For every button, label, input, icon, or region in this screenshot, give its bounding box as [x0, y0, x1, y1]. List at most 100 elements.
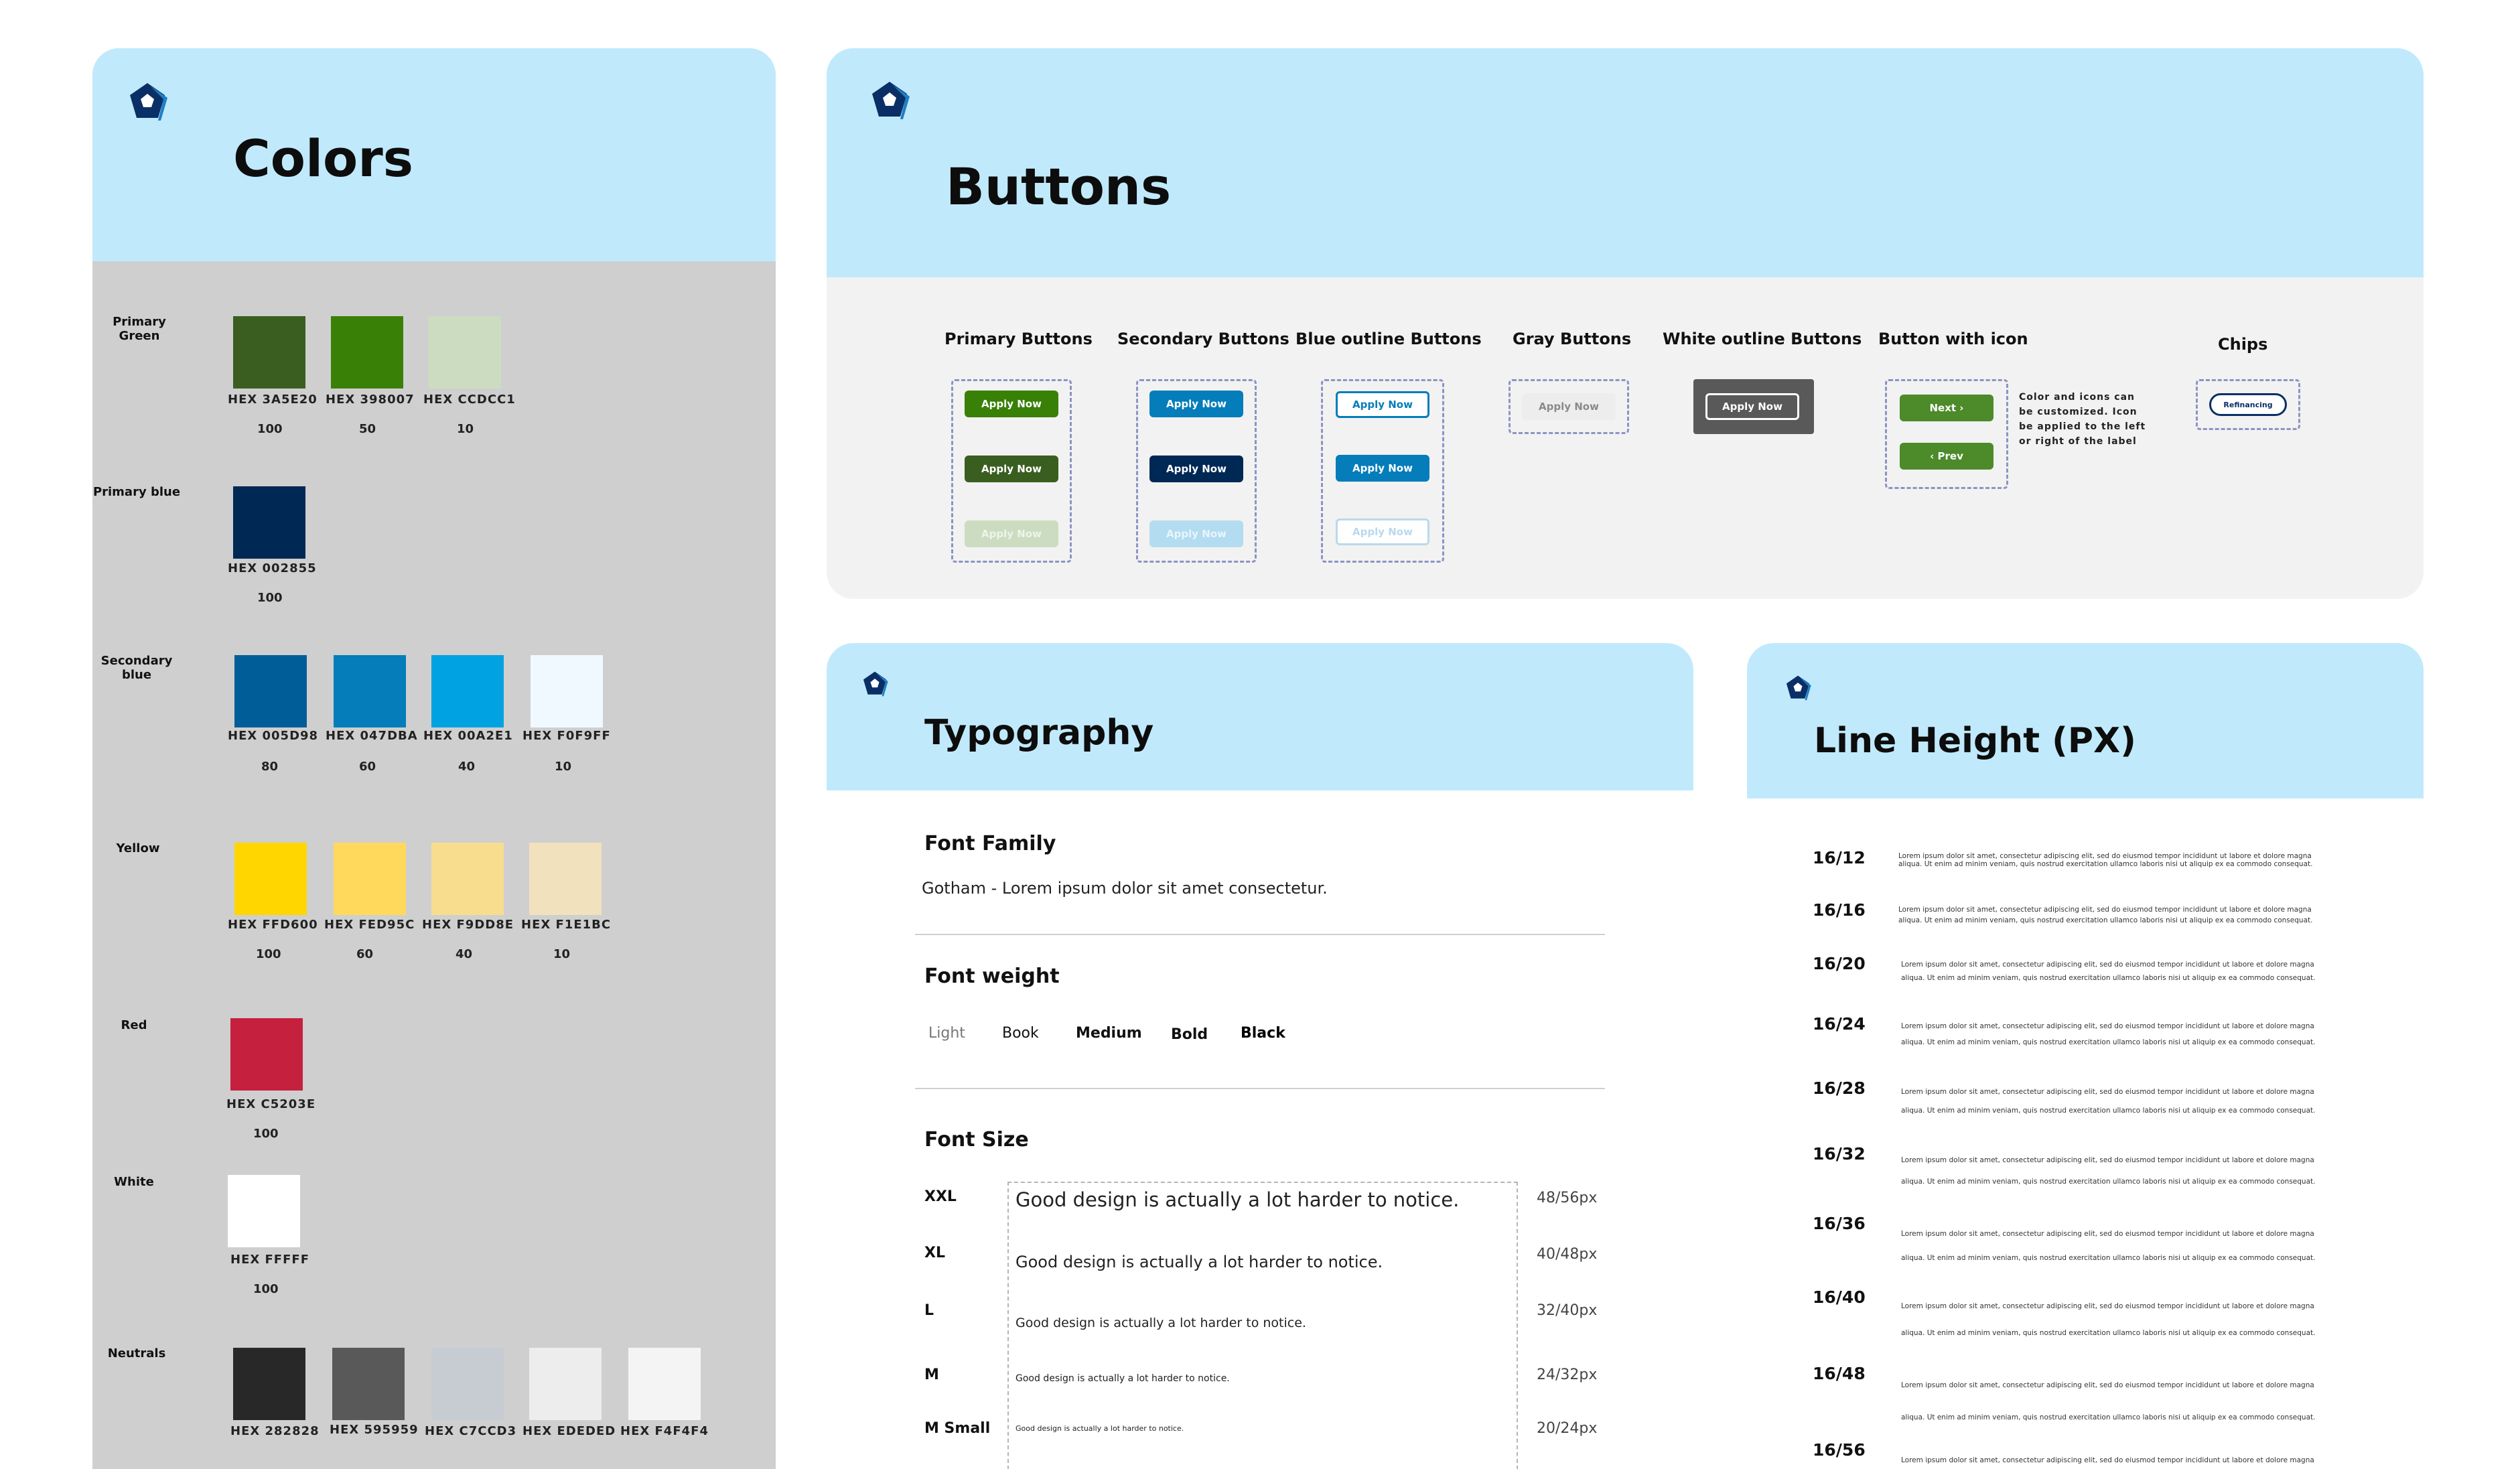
brand-logo-icon [130, 83, 167, 121]
size-value-l: 32/40px [1537, 1302, 1598, 1319]
size-value-m-small: 20/24px [1537, 1420, 1598, 1437]
lh-sample: Lorem ipsum dolor sit amet, consectetur … [1901, 1456, 2314, 1464]
size-sample-l: Good design is actually a lot harder to … [1016, 1316, 1306, 1330]
white-outline-apply-button[interactable]: Apply Now [1705, 393, 1799, 420]
secondary-apply-button-disabled[interactable]: Apply Now [1149, 520, 1243, 547]
hex-label: HEX F0F9FF [522, 729, 611, 743]
pct-label: 100 [257, 591, 283, 605]
weight-medium: Medium [1076, 1025, 1142, 1042]
lh-label: 16/40 [1813, 1287, 1866, 1307]
hex-label: HEX 047DBA [326, 729, 418, 743]
hex-label: HEX 00A2E1 [423, 729, 513, 743]
blue-outline-apply-button[interactable]: Apply Now [1336, 391, 1429, 418]
weight-black: Black [1241, 1025, 1285, 1042]
col-heading-secondary: Secondary Buttons [1117, 330, 1289, 348]
group-label-white: White [114, 1175, 154, 1189]
hex-label: HEX FFFFF [230, 1253, 309, 1267]
hex-label: HEX 005D98 [228, 729, 319, 743]
line-height-title: Line Height (PX) [1814, 721, 2136, 761]
colors-card-header: Colors [92, 48, 776, 261]
col-heading-gray: Gray Buttons [1513, 330, 1632, 348]
swatch-595959 [332, 1348, 405, 1420]
swatch-00a2e1 [431, 655, 504, 727]
lh-sample: Lorem ipsum dolor sit amet, consectetur … [1901, 1230, 2316, 1262]
colors-card: Colors Primary Green HEX 3A5E20 100 HEX … [92, 48, 776, 1469]
buttons-card-header: Buttons [827, 48, 2424, 277]
primary-apply-button[interactable]: Apply Now [965, 391, 1058, 417]
lh-label: 16/12 [1813, 848, 1866, 867]
swatch-f4f4f4 [628, 1348, 701, 1420]
weight-book: Book [1002, 1025, 1039, 1042]
swatch-f0f9ff [531, 655, 603, 727]
lh-sample: Lorem ipsum dolor sit amet, consectetur … [1901, 1022, 2316, 1046]
line-height-card: Line Height (PX) 16/12 Lorem ipsum dolor… [1747, 643, 2424, 1469]
pct-label: 60 [359, 760, 376, 774]
size-label-l: L [924, 1302, 934, 1319]
typography-card-header: Typography [827, 643, 1693, 790]
hex-label: HEX 398007 [326, 393, 415, 407]
pct-label: 100 [256, 947, 281, 961]
lh-label: 16/24 [1813, 1014, 1866, 1034]
lh-sample: Lorem ipsum dolor sit amet, consectetur … [1898, 852, 2313, 868]
lh-sample: Lorem ipsum dolor sit amet, consectetur … [1898, 906, 2313, 924]
group-label-secondary-blue: Secondary blue [100, 654, 173, 682]
icon-buttons-frame: Next › ‹ Prev [1885, 379, 2008, 489]
swatch-f9dd8e [431, 843, 504, 915]
lh-label: 16/36 [1813, 1214, 1866, 1233]
refinancing-chip[interactable]: Refinancing [2209, 393, 2287, 416]
weight-light: Light [928, 1025, 965, 1042]
group-label-neutrals: Neutrals [107, 1346, 166, 1360]
pct-label: 50 [359, 422, 376, 436]
brand-logo-icon [1786, 675, 1811, 701]
typography-card: Typography Font Family Gotham - Lorem ip… [827, 643, 1693, 1469]
gray-buttons-frame: Apply Now [1509, 379, 1629, 434]
swatch-ffd600 [234, 843, 307, 915]
divider [915, 934, 1605, 935]
typography-title: Typography [924, 713, 1154, 753]
hex-label: HEX F1E1BC [521, 918, 612, 932]
group-label-primary-green: Primary Green [113, 315, 166, 343]
swatch-fed95c [334, 843, 406, 915]
swatch-c7ccd3 [431, 1348, 504, 1420]
group-label-primary-blue: Primary blue [92, 485, 181, 499]
swatch-ededed [529, 1348, 602, 1420]
lh-label: 16/28 [1813, 1078, 1866, 1098]
primary-apply-button-disabled[interactable]: Apply Now [965, 520, 1058, 547]
gray-apply-button[interactable]: Apply Now [1522, 393, 1616, 420]
pct-label: 60 [356, 947, 374, 961]
primary-apply-button-hover[interactable]: Apply Now [965, 456, 1058, 482]
blue-outline-apply-button-hover[interactable]: Apply Now [1336, 455, 1429, 482]
next-button[interactable]: Next › [1900, 395, 1993, 421]
size-sample-m: Good design is actually a lot harder to … [1016, 1373, 1230, 1384]
size-sample-m-small: Good design is actually a lot harder to … [1016, 1424, 1184, 1433]
pct-label: 10 [555, 760, 572, 774]
size-value-m: 24/32px [1537, 1367, 1598, 1383]
pct-label: 100 [257, 422, 283, 436]
hex-label: HEX 282828 [230, 1424, 320, 1438]
blue-outline-apply-button-disabled[interactable]: Apply Now [1336, 518, 1429, 545]
pct-label: 40 [456, 947, 473, 961]
lh-label: 16/16 [1813, 900, 1866, 920]
secondary-apply-button[interactable]: Apply Now [1149, 391, 1243, 417]
swatch-282828 [233, 1348, 305, 1420]
font-family-text: Gotham - Lorem ipsum dolor sit amet cons… [922, 879, 1328, 898]
lh-label: 16/32 [1813, 1144, 1866, 1164]
hex-label: HEX 3A5E20 [228, 393, 318, 407]
font-size-heading: Font Size [924, 1128, 1029, 1151]
buttons-card: Buttons Primary Buttons Secondary Button… [827, 48, 2424, 599]
divider [915, 1088, 1605, 1089]
buttons-title: Buttons [946, 157, 1172, 216]
hex-label: HEX FFD600 [228, 918, 318, 932]
icon-button-note: Color and icons can be customized. Icon … [2019, 392, 2146, 447]
size-label-xl: XL [924, 1245, 945, 1261]
pct-label: 10 [457, 422, 474, 436]
size-label-m-small: M Small [924, 1420, 991, 1437]
secondary-apply-button-hover[interactable]: Apply Now [1149, 456, 1243, 482]
group-label-red: Red [121, 1018, 147, 1032]
size-label-xxl: XXL [924, 1188, 957, 1205]
lh-sample: Lorem ipsum dolor sit amet, consectetur … [1901, 1088, 2316, 1115]
line-height-card-header: Line Height (PX) [1747, 643, 2424, 798]
colors-title: Colors [233, 129, 413, 188]
prev-button[interactable]: ‹ Prev [1900, 443, 1993, 470]
swatch-c5203e [230, 1018, 303, 1091]
